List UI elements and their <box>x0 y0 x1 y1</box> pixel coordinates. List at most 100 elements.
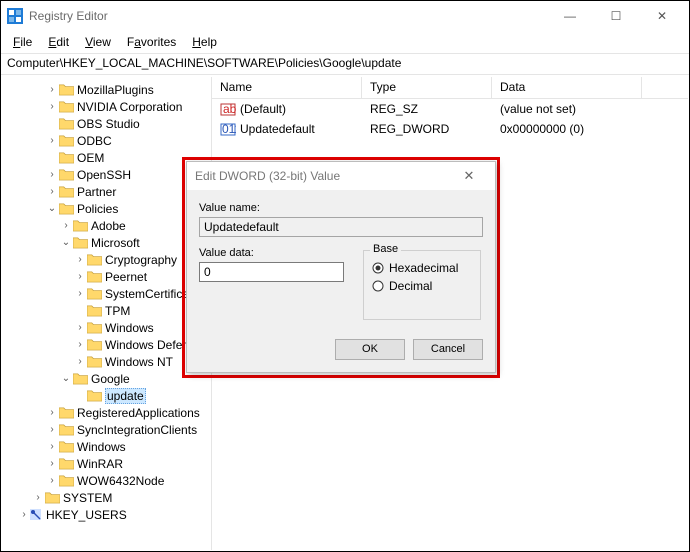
tree-item[interactable]: › OpenSSH <box>4 166 209 183</box>
tree-item[interactable]: TPM <box>4 302 209 319</box>
expand-icon[interactable]: ⌄ <box>60 373 72 384</box>
folder-icon <box>59 168 74 181</box>
ok-button[interactable]: OK <box>335 339 405 360</box>
tree-item[interactable]: › WOW6432Node <box>4 472 209 489</box>
menu-favorites[interactable]: Favorites <box>119 33 184 51</box>
maximize-button[interactable]: ☐ <box>593 1 639 31</box>
base-fieldset: Base Hexadecimal Decimal <box>363 250 481 320</box>
tree-item[interactable]: ›SystemCertificates <box>4 285 209 302</box>
radio-unselected-icon <box>372 280 384 292</box>
hive-icon <box>30 509 41 520</box>
tree-item[interactable]: ›Peernet <box>4 268 209 285</box>
list-row[interactable]: UpdatedefaultREG_DWORD0x00000000 (0) <box>212 119 688 139</box>
tree-item[interactable]: › HKEY_USERS <box>4 506 209 523</box>
tree-item[interactable]: ⌄Google <box>4 370 209 387</box>
tree-item[interactable]: update <box>4 387 209 404</box>
menu-help[interactable]: Help <box>184 33 225 51</box>
expand-icon[interactable]: › <box>46 186 58 197</box>
tree-label: WOW6432Node <box>77 474 164 488</box>
tree-label: Microsoft <box>91 236 140 250</box>
address-bar[interactable]: Computer\HKEY_LOCAL_MACHINE\SOFTWARE\Pol… <box>1 53 689 75</box>
tree-item[interactable]: › RegisteredApplications <box>4 404 209 421</box>
close-button[interactable]: ✕ <box>639 1 685 31</box>
folder-icon <box>87 287 102 300</box>
tree-label: NVIDIA Corporation <box>77 100 182 114</box>
expand-icon[interactable]: ⌄ <box>46 203 58 214</box>
menu-view[interactable]: View <box>77 33 119 51</box>
tree-pane[interactable]: › MozillaPlugins › NVIDIA Corporation OBS St… <box>2 77 212 550</box>
expand-icon[interactable]: › <box>46 101 58 112</box>
dialog-titlebar[interactable]: Edit DWORD (32-bit) Value ✕ <box>187 162 495 190</box>
tree-item[interactable]: OBS Studio <box>4 115 209 132</box>
expand-icon[interactable]: › <box>32 492 44 503</box>
expand-icon[interactable]: › <box>46 441 58 452</box>
expand-icon[interactable]: › <box>74 271 86 282</box>
edit-dword-dialog: Edit DWORD (32-bit) Value ✕ Value name: … <box>186 161 496 373</box>
expand-icon[interactable]: › <box>74 254 86 265</box>
tree-label: RegisteredApplications <box>77 406 200 420</box>
app-icon <box>7 8 23 24</box>
expand-icon[interactable]: ⌄ <box>60 237 72 248</box>
tree-item[interactable]: OEM <box>4 149 209 166</box>
value-name-label: Value name: <box>199 202 483 214</box>
minimize-button[interactable]: — <box>547 1 593 31</box>
expand-icon[interactable]: › <box>46 407 58 418</box>
tree-item[interactable]: ›Cryptography <box>4 251 209 268</box>
value-data-input[interactable] <box>199 262 344 282</box>
tree-label: OEM <box>77 151 104 165</box>
expand-icon[interactable]: › <box>74 339 86 350</box>
folder-icon <box>59 457 74 470</box>
expand-icon[interactable]: › <box>74 288 86 299</box>
tree-item[interactable]: ›Partner <box>4 183 209 200</box>
tree-item[interactable]: ⌄ Microsoft <box>4 234 209 251</box>
menu-file[interactable]: File <box>5 33 40 51</box>
expand-icon[interactable]: › <box>74 356 86 367</box>
expand-icon[interactable]: › <box>46 424 58 435</box>
expand-icon[interactable]: › <box>46 458 58 469</box>
tree-item[interactable]: ›Windows Defender <box>4 336 209 353</box>
folder-icon <box>87 270 102 283</box>
menu-edit[interactable]: Edit <box>40 33 77 51</box>
tree-item[interactable]: ›WinRAR <box>4 455 209 472</box>
tree-label: SyncIntegrationClients <box>77 423 197 437</box>
menubar: File Edit View Favorites Help <box>1 31 689 53</box>
tree-item[interactable]: › MozillaPlugins <box>4 81 209 98</box>
window-title: Registry Editor <box>29 9 547 23</box>
expand-icon[interactable]: › <box>46 475 58 486</box>
tree-item[interactable]: ›SYSTEM <box>4 489 209 506</box>
radio-dec[interactable]: Decimal <box>372 279 472 293</box>
tree-label: OBS Studio <box>77 117 140 131</box>
radio-selected-icon <box>372 262 384 274</box>
tree-item[interactable]: ›ODBC <box>4 132 209 149</box>
tree-item[interactable]: › Adobe <box>4 217 209 234</box>
tree-item[interactable]: ›Windows NT <box>4 353 209 370</box>
tree-label: Adobe <box>91 219 126 233</box>
tree-item[interactable]: › Windows <box>4 319 209 336</box>
tree-label: HKEY_USERS <box>46 508 127 522</box>
folder-icon <box>87 338 102 351</box>
dialog-close-button[interactable]: ✕ <box>451 168 487 184</box>
col-data[interactable]: Data <box>492 77 642 98</box>
list-row[interactable]: (Default)REG_SZ(value not set) <box>212 99 688 119</box>
tree-item[interactable]: ⌄Policies <box>4 200 209 217</box>
col-name[interactable]: Name <box>212 77 362 98</box>
expand-icon[interactable]: › <box>46 84 58 95</box>
expand-icon[interactable]: › <box>60 220 72 231</box>
expand-icon[interactable]: › <box>46 169 58 180</box>
radio-hex[interactable]: Hexadecimal <box>372 261 472 275</box>
tree-item[interactable]: › SyncIntegrationClients <box>4 421 209 438</box>
tree-item[interactable]: › NVIDIA Corporation <box>4 98 209 115</box>
expand-icon[interactable]: › <box>74 322 86 333</box>
binary-value-icon <box>220 121 236 137</box>
tree-label: Windows <box>105 321 154 335</box>
tree-label: update <box>105 389 146 403</box>
tree-label: OpenSSH <box>77 168 131 182</box>
string-value-icon <box>220 101 236 117</box>
tree-item[interactable]: ›Windows <box>4 438 209 455</box>
tree-label: MozillaPlugins <box>77 83 154 97</box>
folder-icon <box>59 440 74 453</box>
expand-icon[interactable]: › <box>46 135 58 146</box>
expand-icon[interactable]: › <box>18 509 30 520</box>
cancel-button[interactable]: Cancel <box>413 339 483 360</box>
col-type[interactable]: Type <box>362 77 492 98</box>
